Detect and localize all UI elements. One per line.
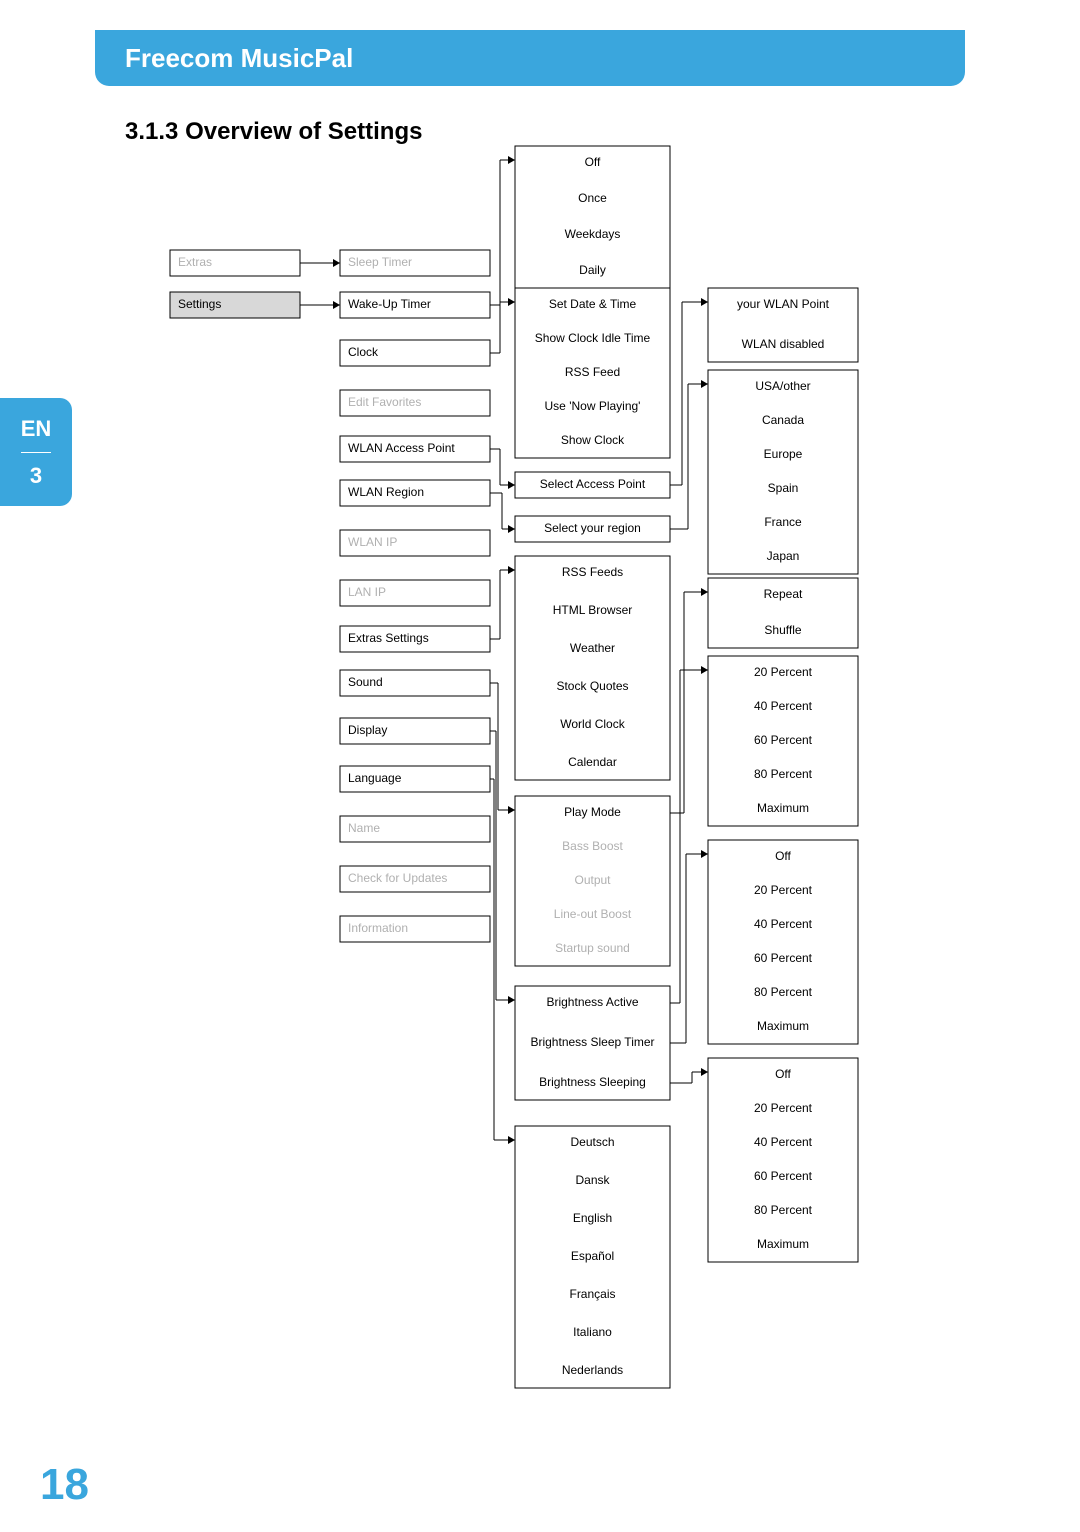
svg-text:Check for Updates: Check for Updates [348,871,447,885]
svg-text:40 Percent: 40 Percent [754,699,813,713]
svg-text:Dansk: Dansk [575,1173,610,1187]
svg-text:Brightness Sleeping: Brightness Sleeping [539,1075,646,1089]
svg-text:WLAN IP: WLAN IP [348,535,397,549]
svg-text:Bass Boost: Bass Boost [562,839,623,853]
svg-text:80 Percent: 80 Percent [754,985,813,999]
svg-text:Canada: Canada [762,413,804,427]
svg-text:Edit Favorites: Edit Favorites [348,395,421,409]
svg-text:Daily: Daily [579,263,606,277]
svg-text:Output: Output [574,873,611,887]
svg-text:60 Percent: 60 Percent [754,1169,813,1183]
svg-text:Français: Français [569,1287,615,1301]
svg-text:Clock: Clock [348,345,379,359]
svg-text:Line-out Boost: Line-out Boost [554,907,632,921]
svg-text:Language: Language [348,771,402,785]
svg-text:Stock Quotes: Stock Quotes [556,679,628,693]
svg-text:Weekdays: Weekdays [565,227,621,241]
svg-text:Display: Display [348,723,387,737]
svg-text:Show Clock Idle Time: Show Clock Idle Time [535,331,651,345]
svg-text:Japan: Japan [767,549,800,563]
svg-text:Calendar: Calendar [568,755,617,769]
svg-text:Select Access Point: Select Access Point [540,477,646,491]
svg-text:40 Percent: 40 Percent [754,1135,813,1149]
svg-text:English: English [573,1211,612,1225]
svg-text:Maximum: Maximum [757,801,809,815]
svg-text:WLAN Region: WLAN Region [348,485,424,499]
svg-text:60 Percent: 60 Percent [754,733,813,747]
svg-text:20 Percent: 20 Percent [754,883,813,897]
svg-text:Off: Off [775,1067,791,1081]
svg-text:WLAN disabled: WLAN disabled [742,337,825,351]
svg-text:80 Percent: 80 Percent [754,767,813,781]
svg-text:your WLAN Point: your WLAN Point [737,297,830,311]
svg-text:Repeat: Repeat [764,587,803,601]
svg-text:80 Percent: 80 Percent [754,1203,813,1217]
svg-text:Extras Settings: Extras Settings [348,631,429,645]
svg-text:Name: Name [348,821,380,835]
svg-text:Nederlands: Nederlands [562,1363,623,1377]
svg-text:Off: Off [585,155,601,169]
svg-text:Set Date & Time: Set Date & Time [549,297,637,311]
svg-text:Off: Off [775,849,791,863]
svg-text:WLAN Access Point: WLAN Access Point [348,441,455,455]
svg-text:20 Percent: 20 Percent [754,665,813,679]
svg-text:USA/other: USA/other [755,379,810,393]
svg-text:Select your region: Select your region [544,521,641,535]
svg-text:France: France [764,515,802,529]
svg-text:Settings: Settings [178,297,221,311]
svg-text:Español: Español [571,1249,614,1263]
svg-text:World Clock: World Clock [560,717,625,731]
svg-text:Europe: Europe [764,447,803,461]
svg-text:60 Percent: 60 Percent [754,951,813,965]
svg-text:Spain: Spain [768,481,799,495]
svg-text:Startup sound: Startup sound [555,941,630,955]
svg-text:40 Percent: 40 Percent [754,917,813,931]
svg-text:Sound: Sound [348,675,383,689]
svg-text:LAN IP: LAN IP [348,585,386,599]
svg-text:20 Percent: 20 Percent [754,1101,813,1115]
svg-text:Wake-Up Timer: Wake-Up Timer [348,297,431,311]
settings-diagram: Extras Settings Sleep Timer Wake-Up Timer Cl… [0,0,1080,1532]
svg-text:Information: Information [348,921,408,935]
svg-text:Sleep Timer: Sleep Timer [348,255,412,269]
svg-text:Deutsch: Deutsch [570,1135,614,1149]
svg-text:Once: Once [578,191,607,205]
svg-text:HTML Browser: HTML Browser [553,603,633,617]
svg-text:RSS Feed: RSS Feed [565,365,620,379]
svg-text:Italiano: Italiano [573,1325,612,1339]
svg-text:Weather: Weather [570,641,615,655]
svg-text:Brightness Sleep Timer: Brightness Sleep Timer [530,1035,654,1049]
svg-text:Brightness Active: Brightness Active [546,995,638,1009]
svg-text:Maximum: Maximum [757,1237,809,1251]
svg-text:Play Mode: Play Mode [564,805,621,819]
svg-text:RSS Feeds: RSS Feeds [562,565,623,579]
svg-text:Maximum: Maximum [757,1019,809,1033]
svg-text:Use 'Now Playing': Use 'Now Playing' [545,399,641,413]
svg-text:Extras: Extras [178,255,212,269]
svg-text:Shuffle: Shuffle [764,623,801,637]
svg-text:Show Clock: Show Clock [561,433,625,447]
